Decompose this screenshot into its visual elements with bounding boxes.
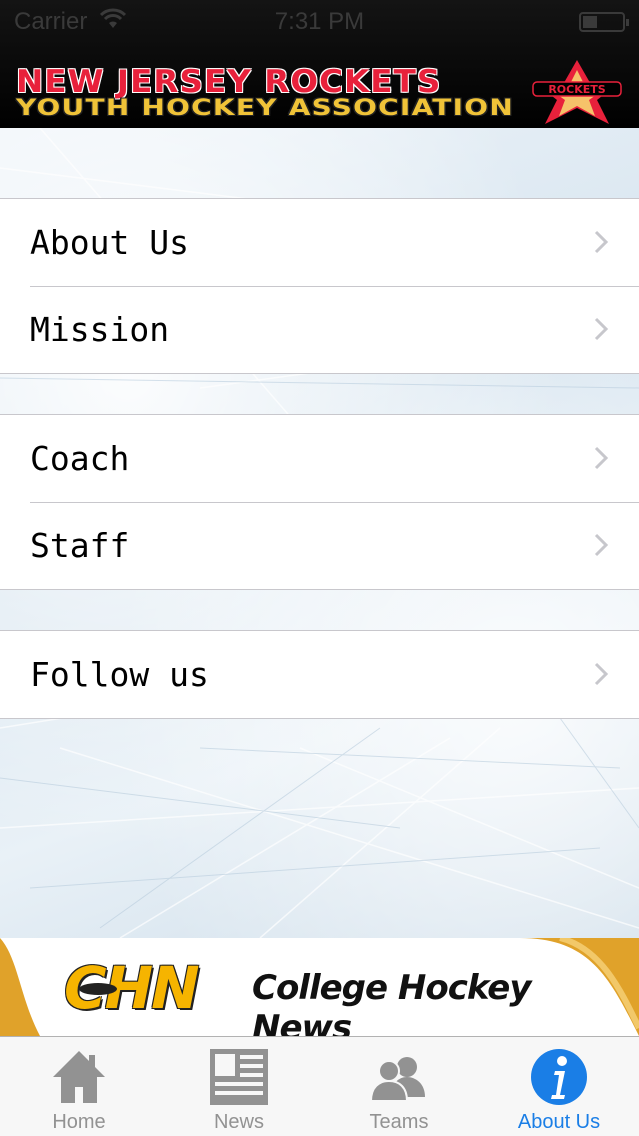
menu-group-people: Coach Staff [0, 414, 639, 590]
menu-item-mission[interactable]: Mission [0, 286, 639, 373]
rockets-emblem-icon: ROCKETS [532, 60, 622, 124]
menu-item-follow-us[interactable]: Follow us [0, 631, 639, 718]
menu-group-about: About Us Mission [0, 198, 639, 374]
app-header: Carrier 7:31 PM NEW JERSEY ROCKETS YOUTH… [0, 0, 639, 128]
tab-bar: Home News Teams About Us [0, 1036, 639, 1136]
tab-label: About Us [517, 1111, 601, 1133]
tab-home[interactable]: Home [19, 1037, 139, 1136]
logo-title: NEW JERSEY ROCKETS [16, 64, 442, 100]
teams-icon [369, 1057, 425, 1102]
news-icon [210, 1049, 268, 1105]
tab-label: Home [52, 1111, 106, 1133]
logo-subtitle: YOUTH HOCKEY ASSOCIATION [16, 96, 514, 121]
menu-item-coach[interactable]: Coach [0, 415, 639, 502]
svg-text:ROCKETS: ROCKETS [548, 83, 605, 96]
tab-teams[interactable]: Teams [339, 1037, 459, 1136]
status-time: 7:31 PM [274, 8, 365, 35]
status-bar: Carrier 7:31 PM [0, 0, 639, 42]
tab-news[interactable]: News [179, 1037, 299, 1136]
hockey-puck-icon [79, 983, 117, 995]
menu-item-label: About Us [30, 223, 189, 262]
tab-about-us[interactable]: About Us [499, 1037, 619, 1136]
chevron-right-icon [594, 662, 609, 686]
menu-item-staff[interactable]: Staff [0, 502, 639, 589]
tab-label: Teams [369, 1111, 429, 1133]
info-icon [531, 1049, 587, 1105]
menu-item-label: Mission [30, 310, 170, 349]
chevron-right-icon [594, 533, 609, 557]
chevron-right-icon [594, 230, 609, 254]
battery-icon [579, 12, 629, 32]
chevron-right-icon [594, 317, 609, 341]
menu-group-social: Follow us [0, 630, 639, 719]
menu-item-label: Follow us [30, 655, 209, 694]
menu-item-about-us[interactable]: About Us [0, 199, 639, 286]
menu-item-label: Staff [30, 526, 130, 565]
tab-label: News [213, 1111, 264, 1133]
chevron-right-icon [594, 446, 609, 470]
home-icon [53, 1051, 105, 1103]
menu-item-label: Coach [30, 439, 130, 478]
